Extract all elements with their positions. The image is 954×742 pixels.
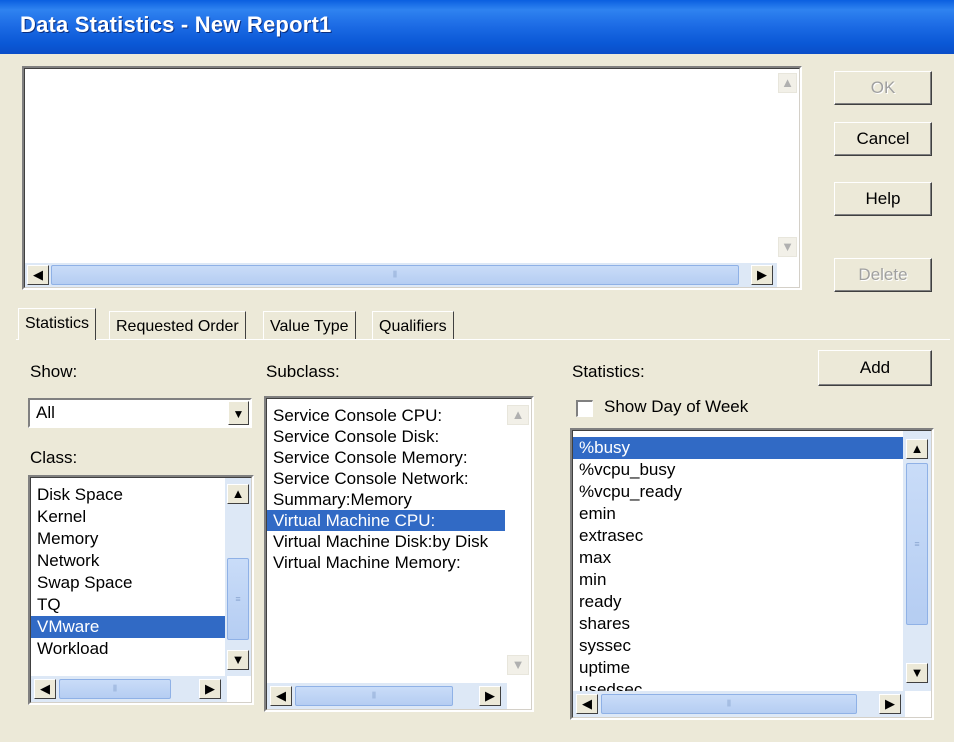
class-label: Class:	[30, 448, 78, 467]
statistics-list-item[interactable]: %vcpu_ready	[573, 481, 905, 503]
class-items: Disk Space Kernel Memory Network Swap Space T…	[31, 484, 227, 660]
grip-icon: ⦀	[727, 698, 731, 709]
dropdown-arrow-icon[interactable]: ▼	[228, 401, 249, 425]
grip-icon: ≡	[914, 539, 920, 549]
class-list-item[interactable]: Workload	[31, 638, 227, 660]
grip-icon: ⦀	[113, 683, 117, 694]
grip-icon: ⦀	[393, 269, 397, 280]
subclass-items: Service Console CPU: Service Console Disk…	[267, 405, 507, 573]
ok-button[interactable]: OK	[834, 71, 932, 105]
class-vscroll-thumb[interactable]: ≡	[227, 558, 249, 640]
tab-requested-order[interactable]: Requested Order	[109, 311, 246, 340]
subclass-label: Subclass:	[266, 362, 340, 381]
subclass-list-item[interactable]: Virtual Machine Memory:	[267, 552, 507, 573]
scroll-left-icon[interactable]: ◀	[27, 265, 49, 285]
statistics-list-item[interactable]: syssec	[573, 635, 905, 657]
scroll-left-icon[interactable]: ◀	[34, 679, 56, 699]
scroll-up-icon[interactable]: ▲	[778, 73, 797, 93]
class-hscroll-thumb[interactable]: ⦀	[59, 679, 171, 699]
class-list-item[interactable]: TQ	[31, 594, 227, 616]
window-title: Data Statistics - New Report1	[20, 12, 332, 37]
scroll-down-icon[interactable]: ▼	[778, 237, 797, 257]
show-day-of-week-checkbox[interactable]	[576, 400, 593, 417]
help-button[interactable]: Help	[834, 182, 932, 216]
statistics-list-item[interactable]: %busy	[573, 437, 905, 459]
subclass-vscroll-track[interactable]	[505, 399, 531, 683]
statistics-list-item[interactable]: uptime	[573, 657, 905, 679]
show-value: All	[36, 403, 55, 422]
class-list-item[interactable]: VMware	[31, 616, 227, 638]
scroll-down-icon[interactable]: ▼	[507, 655, 529, 675]
subclass-list-item[interactable]: Service Console Network:	[267, 468, 507, 489]
scroll-right-icon[interactable]: ▶	[199, 679, 221, 699]
statistics-list-item[interactable]: shares	[573, 613, 905, 635]
class-list-item[interactable]: Network	[31, 550, 227, 572]
class-list-item[interactable]: Swap Space	[31, 572, 227, 594]
class-list[interactable]: Disk Space Kernel Memory Network Swap Space T…	[28, 475, 254, 705]
report-preview[interactable]: ▲ ▼ ◀ ⦀ ▶	[22, 66, 802, 290]
scroll-up-icon[interactable]: ▲	[906, 439, 928, 459]
show-select[interactable]: All ▼	[28, 398, 252, 428]
class-list-item[interactable]: Disk Space	[31, 484, 227, 506]
class-list-item[interactable]: Memory	[31, 528, 227, 550]
tab-panel-border	[16, 339, 950, 340]
statistics-hscroll-thumb[interactable]: ⦀	[601, 694, 857, 714]
statistics-list-item[interactable]: ready	[573, 591, 905, 613]
scroll-right-icon[interactable]: ▶	[879, 694, 901, 714]
tab-value-type[interactable]: Value Type	[263, 311, 356, 340]
title-bar[interactable]: Data Statistics - New Report1	[0, 0, 954, 54]
cancel-button[interactable]: Cancel	[834, 122, 932, 156]
scroll-up-icon[interactable]: ▲	[507, 405, 529, 425]
scroll-right-icon[interactable]: ▶	[479, 686, 501, 706]
scroll-down-icon[interactable]: ▼	[227, 650, 249, 670]
subclass-list-item[interactable]: Virtual Machine CPU:	[267, 510, 507, 531]
statistics-list-item[interactable]: %vcpu_busy	[573, 459, 905, 481]
show-label: Show:	[30, 362, 78, 381]
tab-statistics[interactable]: Statistics	[18, 308, 97, 340]
subclass-list-item[interactable]: Service Console Memory:	[267, 447, 507, 468]
delete-button[interactable]: Delete	[834, 258, 932, 292]
show-day-of-week-label[interactable]: Show Day of Week	[604, 397, 748, 417]
subclass-list-item[interactable]: Service Console Disk:	[267, 426, 507, 447]
subclass-list-item[interactable]: Virtual Machine Disk:by Disk	[267, 531, 507, 552]
statistics-list-item[interactable]: max	[573, 547, 905, 569]
tab-qualifiers[interactable]: Qualifiers	[372, 311, 454, 340]
statistics-items: %busy %vcpu_busy %vcpu_ready emin extrasec ma…	[573, 437, 905, 701]
subclass-list-item[interactable]: Summary:Memory	[267, 489, 507, 510]
add-button[interactable]: Add	[818, 350, 932, 386]
scroll-right-icon[interactable]: ▶	[751, 265, 773, 285]
preview-vscroll-track[interactable]	[776, 69, 799, 265]
subclass-hscroll-thumb[interactable]: ⦀	[295, 686, 453, 706]
subclass-list-item[interactable]: Service Console CPU:	[267, 405, 507, 426]
scroll-up-icon[interactable]: ▲	[227, 484, 249, 504]
dialog-window: Data Statistics - New Report1 ▲ ▼ ◀ ⦀ ▶ …	[0, 0, 954, 742]
statistics-vscroll-thumb[interactable]: ≡	[906, 463, 928, 625]
scroll-left-icon[interactable]: ◀	[576, 694, 598, 714]
statistics-list-item[interactable]: extrasec	[573, 525, 905, 547]
statistics-list[interactable]: %busy %vcpu_busy %vcpu_ready emin extrasec ma…	[570, 428, 934, 720]
statistics-list-item[interactable]: min	[573, 569, 905, 591]
statistics-label: Statistics:	[572, 362, 645, 381]
statistics-list-item[interactable]: emin	[573, 503, 905, 525]
grip-icon: ⦀	[372, 690, 376, 701]
scroll-left-icon[interactable]: ◀	[270, 686, 292, 706]
class-list-item[interactable]: Kernel	[31, 506, 227, 528]
subclass-list[interactable]: Service Console CPU: Service Console Disk…	[264, 396, 534, 712]
preview-hscroll-thumb[interactable]: ⦀	[51, 265, 739, 285]
scroll-down-icon[interactable]: ▼	[906, 663, 928, 683]
grip-icon: ≡	[235, 594, 241, 604]
